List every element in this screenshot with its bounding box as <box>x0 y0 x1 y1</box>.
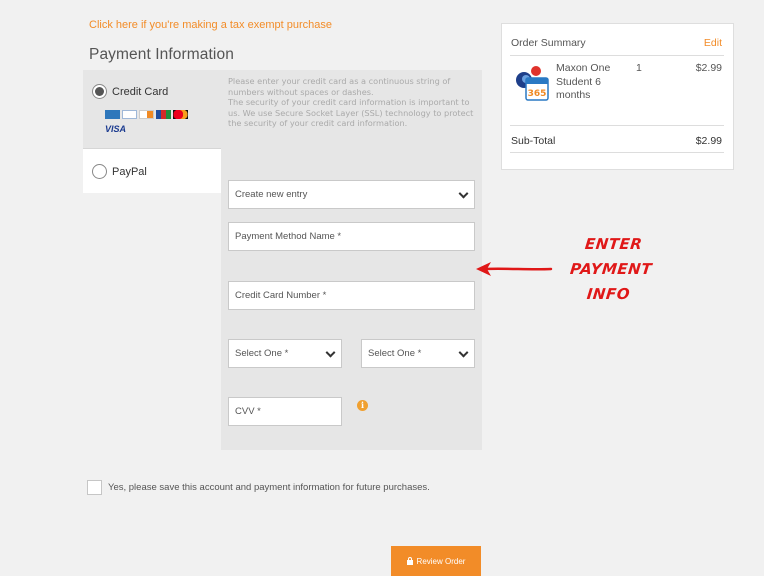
annotation-text: ENTER PAYMENT INFO <box>552 232 670 307</box>
save-info-checkbox[interactable] <box>87 480 102 495</box>
card-number-field[interactable]: Credit Card Number * <box>228 281 475 310</box>
info-icon[interactable]: i <box>357 400 368 411</box>
paypal-radio[interactable] <box>92 164 107 179</box>
card-number-placeholder: Credit Card Number * <box>235 290 327 301</box>
annotation-line-3: INFO <box>585 285 631 303</box>
mastercard-icon <box>173 110 188 119</box>
edit-order-link[interactable]: Edit <box>704 37 722 49</box>
divider <box>510 55 724 56</box>
method-paypal[interactable]: PayPal <box>83 149 221 193</box>
cvv-field[interactable]: CVV * <box>228 397 342 426</box>
visa-icon: VISA <box>105 124 127 134</box>
review-order-button[interactable]: Review Order <box>391 546 481 576</box>
amex-icon <box>105 110 120 119</box>
card-instructions: Please enter your credit card as a conti… <box>228 76 474 128</box>
credit-card-radio[interactable] <box>92 84 107 99</box>
paypal-label: PayPal <box>112 166 147 178</box>
jcb-icon <box>156 110 171 119</box>
entry-select[interactable]: Create new entry <box>228 180 475 209</box>
expiry-year-value: Select One * <box>368 348 422 359</box>
expiry-year-select[interactable]: Select One * <box>361 339 475 368</box>
payment-method-name-field[interactable]: Payment Method Name * <box>228 222 475 251</box>
payment-method-list: Credit Card VISA PayPal <box>83 70 221 193</box>
credit-card-label: Credit Card <box>112 86 169 98</box>
diners-icon <box>122 110 137 119</box>
save-info-label: Yes, please save this account and paymen… <box>108 482 430 493</box>
cvv-placeholder: CVV * <box>235 406 261 417</box>
product-price: $2.99 <box>695 62 722 74</box>
card-logos: VISA <box>105 110 209 134</box>
method-credit-card[interactable]: Credit Card VISA <box>83 70 221 149</box>
review-order-label: Review Order <box>416 556 466 566</box>
chevron-down-icon <box>458 188 469 199</box>
subtotal-value: $2.99 <box>695 135 722 147</box>
order-summary-title: Order Summary <box>511 37 586 49</box>
expiry-month-value: Select One * <box>235 348 289 359</box>
subtotal-label: Sub-Total <box>511 135 556 147</box>
divider <box>510 152 724 153</box>
entry-select-value: Create new entry <box>235 189 308 200</box>
chevron-down-icon <box>458 347 469 358</box>
page-title: Payment Information <box>89 46 234 63</box>
discover-icon <box>139 110 154 119</box>
chevron-down-icon <box>325 347 336 358</box>
expiry-month-select[interactable]: Select One * <box>228 339 342 368</box>
order-summary-panel: Order Summary Edit 365 Maxon One Student… <box>501 23 734 170</box>
tax-exempt-link[interactable]: Click here if you're making a tax exempt… <box>89 19 332 31</box>
payment-method-name-placeholder: Payment Method Name * <box>235 231 342 242</box>
product-quantity: 1 <box>636 62 642 74</box>
lock-icon <box>406 556 413 565</box>
divider <box>510 125 724 126</box>
product-icon-label: 365 <box>528 89 547 99</box>
annotation-arrow <box>476 262 553 276</box>
annotation-line-1: ENTER <box>584 235 644 253</box>
product-icon: 365 <box>516 66 549 101</box>
save-info-row: Yes, please save this account and paymen… <box>87 480 430 495</box>
product-name: Maxon One Student 6 months <box>556 62 611 102</box>
credit-card-form: Please enter your credit card as a conti… <box>221 70 482 450</box>
annotation-line-2: PAYMENT <box>569 260 653 278</box>
